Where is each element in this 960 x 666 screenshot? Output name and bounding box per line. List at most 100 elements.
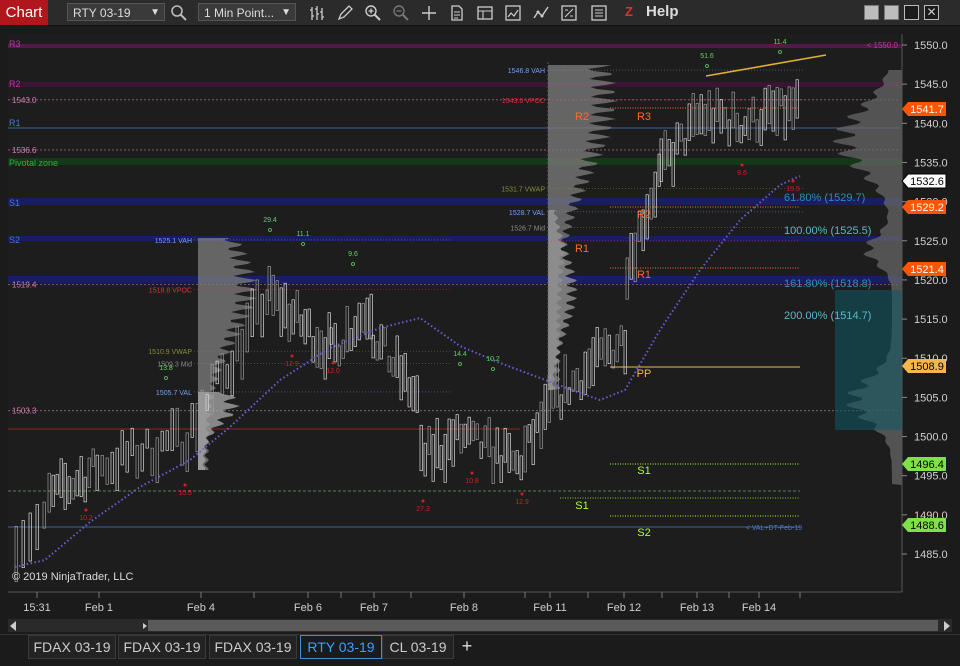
- templates-icon[interactable]: [476, 4, 494, 22]
- profile-label: 1543.0 VPOC: [502, 98, 545, 105]
- swing-low-label: 27.3: [416, 506, 430, 513]
- pivot-label-s1: S1: [637, 465, 650, 477]
- swing-low-label: 12.9: [515, 499, 529, 506]
- price-tag-label: 1508.9: [910, 361, 944, 373]
- copyright-label: © 2019 NinjaTrader, LLC: [12, 571, 133, 583]
- x-tick-label: Feb 12: [607, 602, 641, 614]
- y-tick-label: 1500.0: [914, 432, 948, 444]
- swing-low-marker: [290, 354, 294, 358]
- magnifier-icon[interactable]: [170, 4, 188, 22]
- x-tick-label: Feb 11: [533, 602, 566, 614]
- swing-low-label: 12.0: [326, 368, 340, 375]
- data-box-icon[interactable]: [560, 4, 578, 22]
- profile-label: 1526.7 Mid: [510, 225, 545, 232]
- indicators-icon[interactable]: [504, 4, 522, 22]
- pivot-label-r3: R3: [637, 111, 651, 123]
- toolbar: Chart RTY 03-19 ▼ 1 Min Point... ▼ Z Hel…: [0, 0, 960, 26]
- price-tag-label: 1488.6: [910, 520, 944, 532]
- fib-label: 61.80% (1529.7): [784, 192, 865, 204]
- x-tick-label: Feb 14: [742, 602, 776, 614]
- price-tag-label: 1521.4: [910, 264, 944, 276]
- zone-band: [8, 44, 902, 48]
- swing-high-label: 51.6: [700, 53, 714, 60]
- pivot-level-label: 1503.3: [12, 407, 37, 416]
- add-tab-icon[interactable]: +: [456, 635, 478, 659]
- profile-label: 1510.9 VWAP: [148, 349, 192, 356]
- drawing-objects-icon[interactable]: [590, 4, 608, 22]
- maximize-button[interactable]: [904, 5, 919, 20]
- y-tick-label: 1515.0: [914, 314, 948, 326]
- y-tick-label: 1485.0: [914, 549, 948, 561]
- price-tag-label: 1532.6: [910, 176, 944, 188]
- properties-icon[interactable]: [448, 4, 466, 22]
- close-button[interactable]: ✕: [924, 5, 939, 20]
- fib-label: 200.00% (1514.7): [784, 310, 871, 322]
- pivot-level-label: 1536.6: [12, 146, 37, 155]
- profile-label: 1525.1 VAH: [155, 238, 192, 245]
- price-tag-label: 1496.4: [910, 459, 944, 471]
- tab-fdax-03-19[interactable]: FDAX 03-19: [28, 635, 116, 659]
- instrument-label: RTY 03-19: [73, 6, 131, 20]
- x-tick-label: Feb 6: [294, 602, 322, 614]
- tab-cl-03-19[interactable]: CL 03-19: [382, 635, 454, 659]
- swing-high-label: 10.2: [486, 356, 500, 363]
- swing-low-marker: [791, 179, 795, 183]
- x-tick-label: 15:31: [23, 602, 51, 614]
- pivot-label-r2: R2: [575, 111, 589, 123]
- help-z-icon[interactable]: Z: [622, 4, 636, 20]
- fib-label: 100.00% (1525.5): [784, 225, 871, 237]
- zoom-in-icon[interactable]: [364, 4, 382, 22]
- pivot-level-label: 1519.4: [12, 281, 37, 290]
- swing-low-marker: [421, 499, 425, 503]
- strategies-icon[interactable]: [532, 4, 550, 22]
- minimize-button[interactable]: [864, 5, 879, 20]
- minimize-alt-button[interactable]: [884, 5, 899, 20]
- swing-high-label: 29.4: [263, 217, 277, 224]
- tab-rty-03-19[interactable]: RTY 03-19: [300, 635, 382, 659]
- profile-label: 1528.7 VAL: [509, 210, 545, 217]
- zone-label: Pivotal zone: [9, 158, 58, 168]
- zone-label: R2: [9, 79, 21, 89]
- pivot-label-s1: S1: [575, 500, 588, 512]
- pivot-label-r1: R1: [575, 243, 589, 255]
- zoom-out-icon[interactable]: [392, 4, 410, 22]
- y-tick-label: 1535.0: [914, 157, 948, 169]
- zone-band: [8, 158, 902, 165]
- chevron-down-icon: ▼: [281, 7, 291, 18]
- scrollbar-thumb: [148, 620, 938, 631]
- x-tick-label: Feb 8: [450, 602, 478, 614]
- swing-high-label: 14.4: [453, 351, 467, 358]
- pivot-label-r1: R1: [637, 269, 651, 281]
- interval-selector[interactable]: 1 Min Point... ▼: [198, 3, 296, 21]
- price-tag-label: 1529.2: [910, 202, 944, 214]
- zone-band: [8, 276, 902, 283]
- profile-label: 1505.7 VAL: [156, 390, 192, 397]
- fib-label: 161.80% (1518.8): [784, 278, 871, 290]
- x-tick-label: Feb 13: [680, 602, 714, 614]
- zone-label: R3: [9, 39, 21, 49]
- help-menu[interactable]: Help: [646, 3, 679, 20]
- swing-high-label: 11.4: [773, 39, 786, 46]
- chevron-down-icon: ▼: [150, 7, 160, 18]
- pivot-level-label: 1543.0: [12, 96, 37, 105]
- price-tag-label: 1541.7: [910, 104, 944, 116]
- crosshair-icon[interactable]: [420, 4, 438, 22]
- x-tick-label: Feb 4: [187, 602, 215, 614]
- tab-fdax-03-19[interactable]: FDAX 03-19: [209, 635, 297, 659]
- zone-label: S1: [9, 198, 20, 208]
- app-title[interactable]: Chart: [0, 0, 48, 25]
- price-chart[interactable]: 1543.0 1536.6 1519.4 1503.3 R3 R2 R1 Pivotal zo…: [0, 26, 960, 634]
- swing-low-marker: [84, 508, 88, 512]
- swing-high-label: 13.8: [159, 365, 173, 372]
- profile-label: 1531.7 VWAP: [501, 186, 545, 193]
- swing-low-marker: [331, 361, 335, 365]
- zone-label: R1: [9, 118, 21, 128]
- instrument-selector[interactable]: RTY 03-19 ▼: [67, 3, 165, 21]
- swing-low-label: 10.5: [178, 490, 192, 497]
- x-tick-label: Feb 7: [360, 602, 388, 614]
- pencil-icon[interactable]: [336, 4, 354, 22]
- tab-fdax-03-19[interactable]: FDAX 03-19: [118, 635, 206, 659]
- tab-bar: FDAX 03-19 FDAX 03-19 FDAX 03-19 RTY 03-19 C…: [0, 634, 960, 666]
- bar-chart-icon[interactable]: [308, 4, 326, 22]
- profile-label: 1518.8 VPOC: [149, 287, 192, 294]
